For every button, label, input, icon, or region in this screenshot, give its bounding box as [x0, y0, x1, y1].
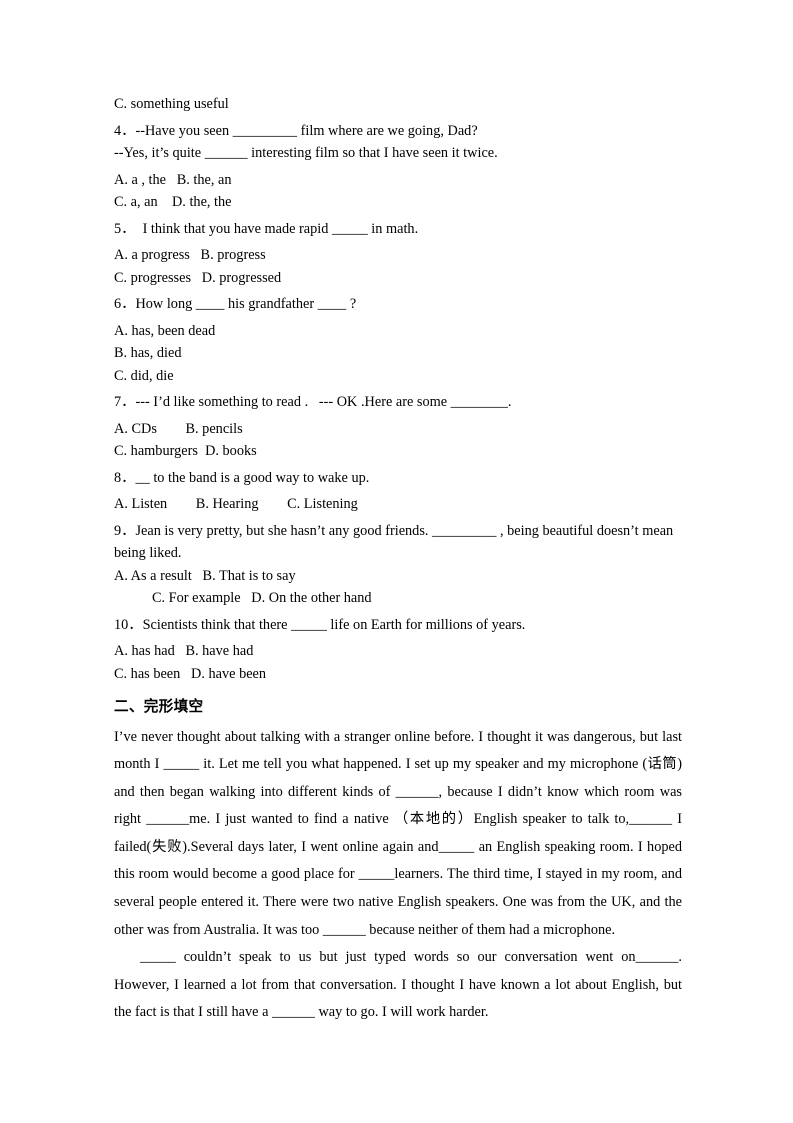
- question-8-stem: 8．__ to the band is a good way to wake u…: [114, 469, 370, 486]
- orphan-option-line: C. something useful: [114, 96, 229, 112]
- question-7-options-ab: A. CDs B. pencils: [114, 420, 243, 437]
- question-5-stem: 5． I think that you have made rapid ____…: [114, 220, 419, 237]
- question-7-options-cd: C. hamburgers D. books: [114, 443, 257, 459]
- question-6-option-a: A. has, been dead: [114, 322, 216, 339]
- question-6-stem: 6．How long ____ his grandfather ____ ?: [114, 296, 357, 312]
- multiple-choice-section: C. something useful 4．--Have you seen __…: [114, 96, 682, 682]
- question-4-options-cd: C. a, an D. the, the: [114, 194, 232, 210]
- cloze-passage: I’ve never thought about talking with a …: [114, 724, 682, 1027]
- question-5-options-cd: C. progresses D. progressed: [114, 269, 282, 286]
- question-10-options-ab: A. has had B. have had: [114, 643, 254, 659]
- question-4-options-ab: A. a , the B. the, an: [114, 171, 232, 188]
- question-4-stem: 4．--Have you seen _________ film where a…: [114, 122, 478, 139]
- question-7-stem: 7．--- I’d like something to read . --- O…: [114, 394, 512, 410]
- question-9-stem-wrap: being liked.: [114, 545, 182, 561]
- cloze-section-heading: 二、完形填空: [114, 697, 204, 715]
- cloze-paragraph-1: I’ve never thought about talking with a …: [114, 728, 682, 938]
- question-8-options-abc: A. Listen B. Hearing C. Listening: [114, 496, 358, 512]
- question-5-options-ab: A. a progress B. progress: [114, 247, 266, 263]
- document-page: C. something useful 4．--Have you seen __…: [0, 0, 793, 1123]
- question-9-stem: 9．Jean is very pretty, but she hasn’t an…: [114, 522, 674, 539]
- question-6-option-b: B. has, died: [114, 345, 182, 361]
- question-9-options-cd: C. For example D. On the other hand: [152, 590, 372, 606]
- question-6-option-c: C. did, die: [114, 367, 174, 384]
- question-9-options-ab: A. As a result B. That is to say: [114, 567, 296, 584]
- question-4-stem-second-line: --Yes, it’s quite ______ interesting fil…: [114, 145, 498, 161]
- question-10-stem: 10．Scientists think that there _____ lif…: [114, 616, 526, 633]
- cloze-paragraph-2: _____ couldn’t speak to us but just type…: [114, 944, 682, 1027]
- cloze-paragraph-2-text: _____ couldn’t speak to us but just type…: [114, 949, 682, 1021]
- question-10-options-cd: C. has been D. have been: [114, 665, 267, 682]
